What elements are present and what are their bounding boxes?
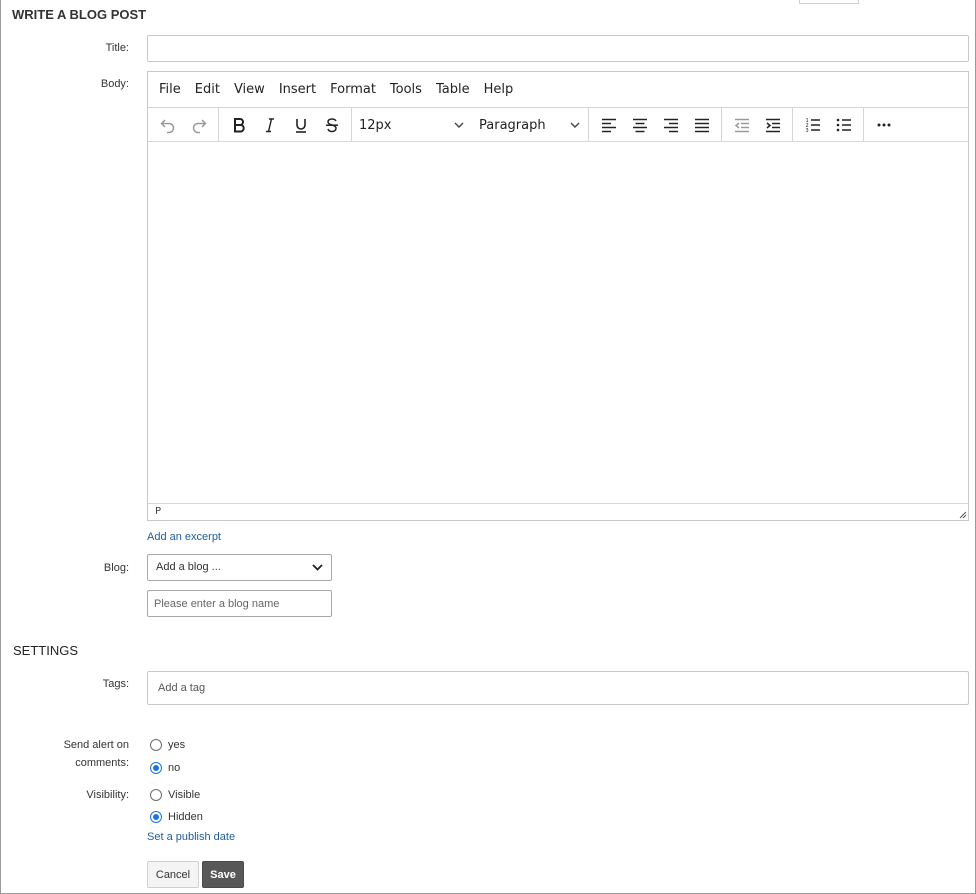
bold-icon [233,118,245,133]
top-tab-edge [799,0,859,4]
indent-group [722,108,793,142]
menu-file[interactable]: File [152,72,188,108]
tags-label: Tags: [102,678,129,690]
align-left-icon [601,118,616,133]
align-right-icon [663,118,678,133]
outdent-button[interactable] [726,111,757,139]
blog-select-value: Add a blog ... [156,561,221,573]
undo-icon [159,119,174,134]
outdent-icon [734,118,749,133]
block-format-select[interactable]: Paragraph [472,111,588,139]
justify-button[interactable] [686,111,717,139]
numbered-list-icon: 123 [805,118,820,134]
italic-icon [265,118,274,133]
font-size-select[interactable]: 12px [352,111,472,139]
title-input[interactable] [147,35,969,62]
chevron-down-icon [454,122,464,128]
save-button[interactable]: Save [202,861,244,888]
alert-no-label: no [168,762,181,774]
body-label: Body: [100,78,129,90]
alert-yes-radio[interactable] [150,739,162,751]
align-center-icon [632,118,647,133]
rich-text-editor: File Edit View Insert Format Tools Table… [147,71,969,521]
bold-button[interactable] [223,111,254,139]
editor-content-area[interactable] [148,142,968,504]
resize-handle-icon[interactable] [957,509,967,519]
menu-view[interactable]: View [227,72,272,108]
history-group [148,108,219,142]
blog-select[interactable]: Add a blog ... [147,554,332,581]
editor-menubar: File Edit View Insert Format Tools Table… [148,72,968,108]
undo-button[interactable] [152,111,183,139]
alert-option-no[interactable]: no [150,762,180,774]
publish-date-link[interactable]: Set a publish date [147,831,235,843]
more-group [864,108,903,142]
menu-table[interactable]: Table [429,72,477,108]
send-alert-label-line2: comments: [75,757,129,769]
visibility-option-visible[interactable]: Visible [150,789,200,801]
align-group [589,108,722,142]
page-frame: WRITE A BLOG POST Title: Body: File Edit… [0,0,976,894]
indent-icon [765,118,780,133]
bullet-list-icon [836,118,851,132]
alert-yes-label: yes [168,739,186,751]
menu-format[interactable]: Format [323,72,383,108]
tags-input[interactable]: Add a tag [147,671,969,705]
send-alert-label: Send alert on comments: [11,736,129,772]
visibility-hidden-radio[interactable] [150,811,162,823]
strikethrough-button[interactable] [316,111,347,139]
underline-icon [295,119,306,133]
visibility-option-hidden[interactable]: Hidden [150,811,203,823]
svg-text:3: 3 [805,128,808,134]
visibility-hidden-label: Hidden [168,811,203,823]
blog-name-input[interactable] [147,590,332,617]
tags-placeholder: Add a tag [158,682,206,694]
editor-statusbar: P [148,503,968,520]
alert-option-yes[interactable]: yes [150,739,185,751]
align-right-button[interactable] [655,111,686,139]
add-excerpt-link[interactable]: Add an excerpt [147,531,221,543]
visibility-visible-label: Visible [168,789,201,801]
chevron-down-icon [570,122,580,128]
underline-button[interactable] [285,111,316,139]
title-label: Title: [105,42,129,54]
menu-insert[interactable]: Insert [272,72,323,108]
send-alert-label-line1: Send alert on [63,739,129,751]
editor-toolbar: 12px Paragraph 1 2 3 [148,108,968,142]
element-path[interactable]: P [155,506,161,517]
format-group [219,108,352,142]
menu-tools[interactable]: Tools [383,72,429,108]
block-format-value: Paragraph [479,117,546,133]
more-button[interactable] [868,111,899,139]
redo-button[interactable] [183,111,214,139]
more-icon [877,123,890,127]
menu-help[interactable]: Help [477,72,521,108]
numbered-list-button[interactable]: 123 [797,111,828,139]
italic-button[interactable] [254,111,285,139]
indent-button[interactable] [757,111,788,139]
align-left-button[interactable] [593,111,624,139]
align-center-button[interactable] [624,111,655,139]
font-size-value: 12px [359,117,392,133]
chevron-down-icon [312,564,323,571]
visibility-visible-radio[interactable] [150,789,162,801]
page-title: WRITE A BLOG POST [12,7,147,22]
list-group: 123 [793,108,864,142]
blog-label: Blog: [103,562,129,574]
settings-heading: SETTINGS [13,643,79,658]
alert-no-radio[interactable] [150,762,162,774]
cancel-button[interactable]: Cancel [147,861,199,888]
menu-edit[interactable]: Edit [188,72,227,108]
bullet-list-button[interactable] [828,111,859,139]
select-group: 12px Paragraph [352,108,589,142]
strikethrough-icon [325,118,338,133]
redo-icon [192,119,207,134]
align-justify-icon [694,118,709,133]
visibility-label: Visibility: [86,789,129,801]
